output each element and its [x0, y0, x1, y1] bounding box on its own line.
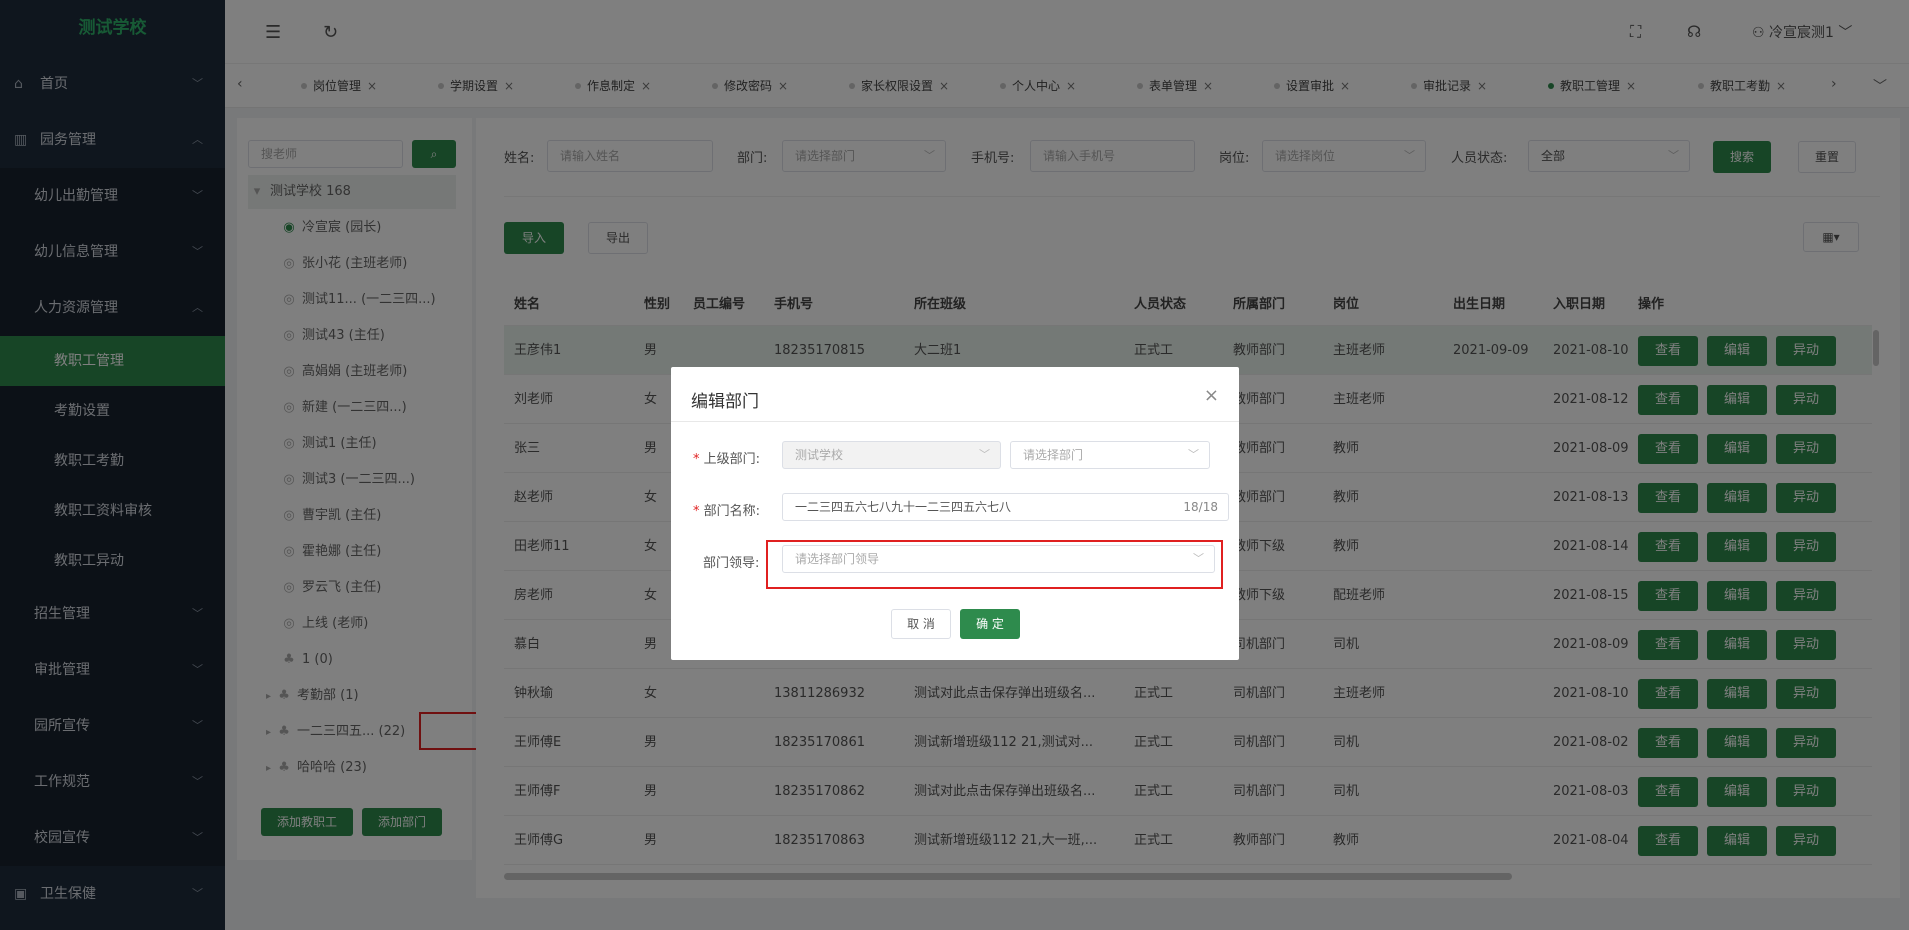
edit-department-dialog: 编辑部门 × * 上级部门: 测试学校 ﹀ 请选择部门 ﹀ * 部门名称: 一二三四…: [671, 367, 1239, 660]
char-count: 18/18: [1183, 500, 1218, 514]
chevron-down-icon: ﹀: [1188, 448, 1199, 461]
cancel-button[interactable]: 取 消: [891, 609, 951, 639]
chevron-down-icon: ﹀: [979, 448, 990, 461]
required-mark: *: [693, 504, 700, 519]
dept-leader-label: 部门领导:: [703, 556, 760, 571]
dept-name-label: * 部门名称:: [693, 500, 760, 519]
label-text: 上级部门:: [703, 452, 761, 467]
select-value: 测试学校: [795, 448, 844, 462]
label-text: 部门名称:: [703, 504, 761, 519]
required-mark: *: [693, 452, 700, 467]
dept-name-input[interactable]: 一二三四五六七八九十一二三四五六七八 18/18: [782, 493, 1229, 521]
highlight-box: [766, 540, 1223, 589]
parent-dept-select[interactable]: 测试学校 ﹀: [782, 441, 1001, 469]
placeholder: 请选择部门: [1023, 448, 1084, 462]
parent-sub-dept-select[interactable]: 请选择部门 ﹀: [1010, 441, 1210, 469]
close-icon[interactable]: ×: [1204, 385, 1219, 406]
dialog-title: 编辑部门: [691, 392, 759, 412]
divider: [671, 421, 1239, 422]
parent-dept-label: * 上级部门:: [693, 448, 760, 467]
input-value: 一二三四五六七八九十一二三四五六七八: [795, 500, 1012, 514]
confirm-button[interactable]: 确 定: [960, 609, 1020, 639]
